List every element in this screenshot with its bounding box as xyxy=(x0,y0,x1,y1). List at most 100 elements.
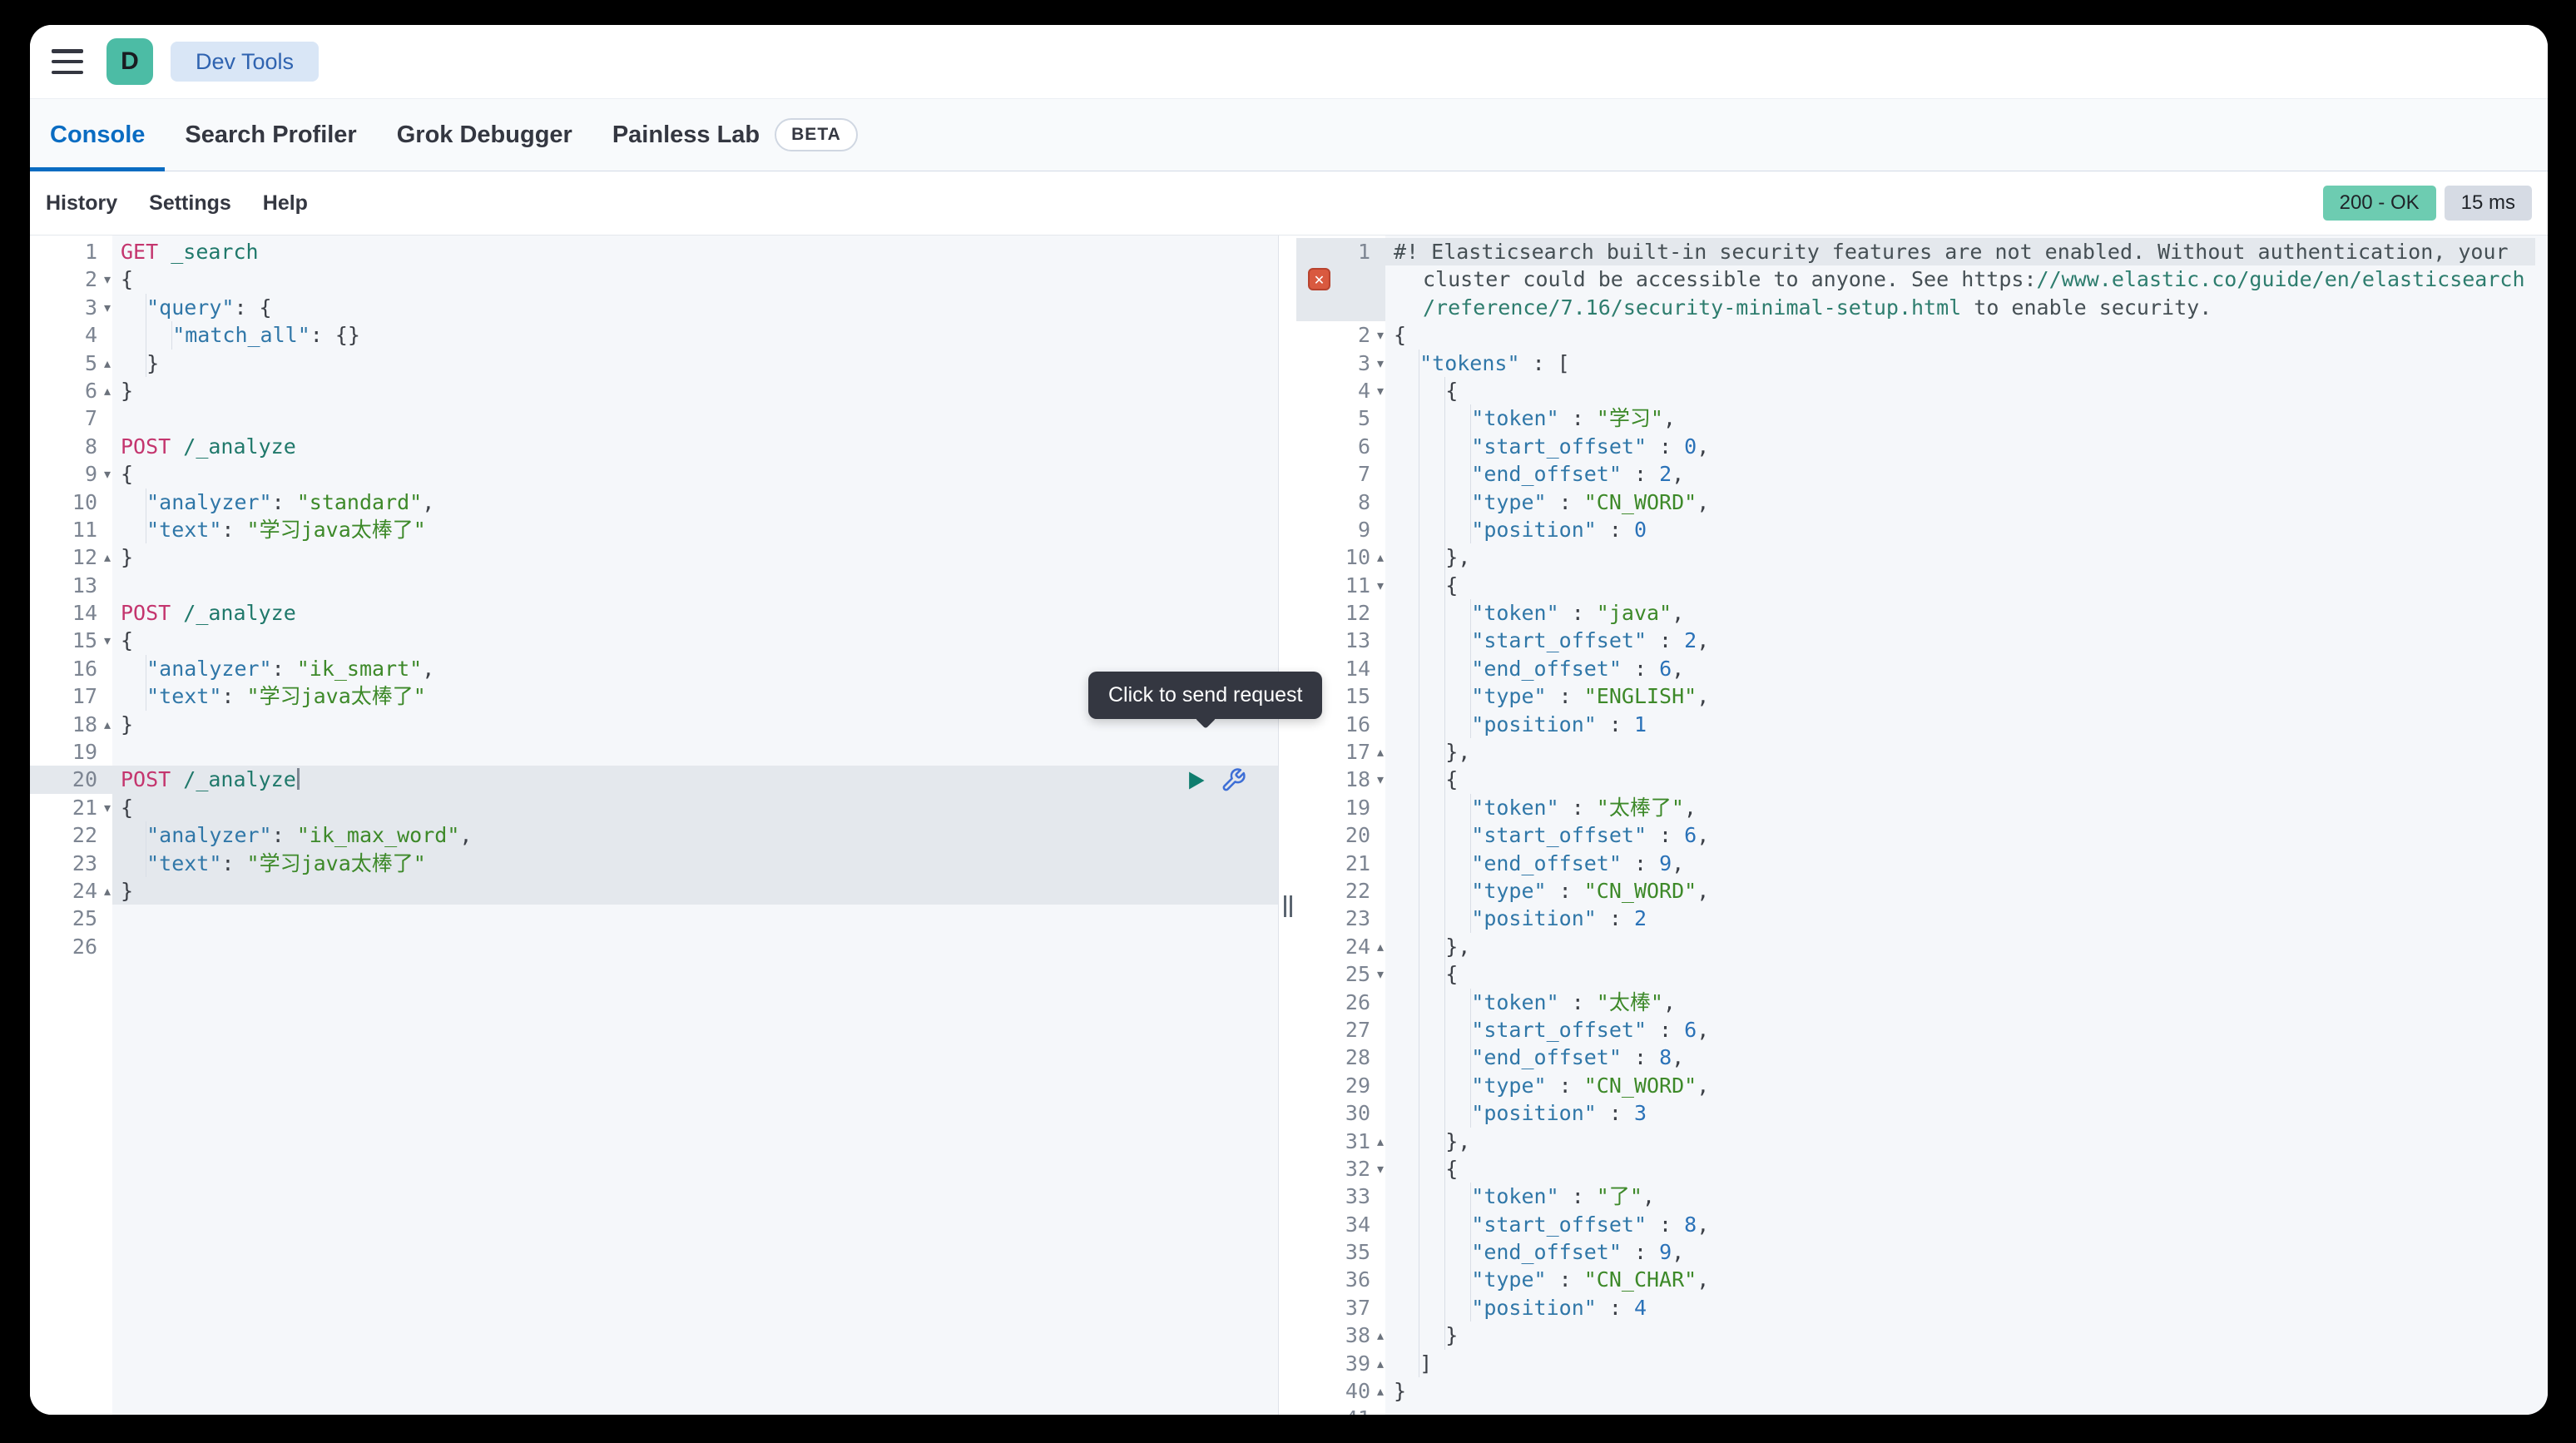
code-line[interactable]: 25 xyxy=(30,905,1278,932)
indent-guide xyxy=(121,516,146,543)
tab-label: Search Profiler xyxy=(185,121,356,149)
indent-guide xyxy=(1445,1294,1471,1322)
tab-label: Grok Debugger xyxy=(397,121,572,149)
code-line[interactable]: 12▴} xyxy=(30,543,1278,571)
code-line[interactable]: 10"analyzer": "standard", xyxy=(30,488,1278,516)
indent-guide xyxy=(1419,655,1445,682)
indent-guide xyxy=(1394,1183,1419,1210)
breadcrumb[interactable]: Dev Tools xyxy=(171,42,319,82)
indent-guide xyxy=(1419,1294,1445,1322)
indent-guide xyxy=(1394,877,1419,905)
line-number: 20 xyxy=(30,766,112,793)
indent-guide xyxy=(1445,989,1471,1016)
indent-guide xyxy=(1445,404,1471,432)
code-line[interactable]: 13 xyxy=(30,572,1278,599)
indent-guide xyxy=(1394,1072,1419,1099)
line-number: 26 xyxy=(1296,989,1385,1016)
code-line: 23"position" : 2 xyxy=(1296,905,2548,932)
indent-guide xyxy=(1419,1322,1445,1349)
request-editor-panel: Click to send request 1GET _search2▾{3▾"… xyxy=(30,236,1278,1415)
error-icon: ✕ xyxy=(1308,268,1330,290)
indent-guide xyxy=(1419,989,1445,1016)
line-number: 1 xyxy=(30,238,112,265)
code-line[interactable]: 2▾{ xyxy=(30,265,1278,293)
indent-guide xyxy=(1419,1211,1445,1238)
indent-guide xyxy=(1419,960,1445,988)
indent-guide xyxy=(1445,1072,1471,1099)
menu-settings[interactable]: Settings xyxy=(149,191,231,216)
code-line[interactable]: 11"text": "学习java太棒了" xyxy=(30,516,1278,543)
code-line[interactable]: 8POST /_analyze xyxy=(30,433,1278,460)
line-number: 2▾ xyxy=(1296,321,1385,349)
top-navigation-bar: D Dev Tools xyxy=(30,25,2548,98)
code-line[interactable]: 26 xyxy=(30,933,1278,960)
line-number: 29 xyxy=(1296,1072,1385,1099)
code-line: cluster could be accessible to anyone. S… xyxy=(1296,265,2548,293)
code-line[interactable]: 21▾{ xyxy=(30,794,1278,821)
indent-guide xyxy=(1419,794,1445,821)
code-line: /reference/7.16/security-minimal-setup.h… xyxy=(1296,294,2548,321)
line-number: 21 xyxy=(1296,850,1385,877)
menu-icon[interactable] xyxy=(52,49,83,74)
code-line[interactable]: 7 xyxy=(30,404,1278,432)
line-number: 12▴ xyxy=(30,543,112,571)
indent-guide xyxy=(1394,738,1419,766)
indent-guide xyxy=(1394,933,1419,960)
code-line: 36"type" : "CN_CHAR", xyxy=(1296,1266,2548,1293)
indent-guide xyxy=(1445,1211,1471,1238)
code-line[interactable]: 3▾"query": { xyxy=(30,294,1278,321)
indent-guide xyxy=(1394,377,1419,404)
space-avatar[interactable]: D xyxy=(107,38,153,85)
tab-painless-lab[interactable]: Painless LabBETA xyxy=(592,99,878,171)
indent-guide xyxy=(1419,377,1445,404)
code-line[interactable]: 6▴} xyxy=(30,377,1278,404)
line-number: 31▴ xyxy=(1296,1128,1385,1155)
panel-resizer[interactable] xyxy=(1278,236,1296,1415)
line-number: 2▾ xyxy=(30,265,112,293)
indent-guide xyxy=(1445,1238,1471,1266)
code-line[interactable]: 19 xyxy=(30,738,1278,766)
indent-guide xyxy=(1419,738,1445,766)
code-line[interactable]: 4"match_all": {} xyxy=(30,321,1278,349)
indent-guide xyxy=(1419,1128,1445,1155)
line-number: 5 xyxy=(1296,404,1385,432)
code-line[interactable]: 1GET _search xyxy=(30,238,1278,265)
wrench-icon xyxy=(1221,767,1246,793)
code-line[interactable]: 9▾{ xyxy=(30,460,1278,488)
code-line: 29"type" : "CN_WORD", xyxy=(1296,1072,2548,1099)
line-number: 22 xyxy=(1296,877,1385,905)
code-line[interactable]: 14POST /_analyze xyxy=(30,599,1278,627)
indent-guide xyxy=(1445,821,1471,849)
indent-guide xyxy=(1445,877,1471,905)
tab-grok-debugger[interactable]: Grok Debugger xyxy=(377,99,592,171)
indent-guide xyxy=(1394,599,1419,627)
code-line: 25▾{ xyxy=(1296,960,2548,988)
tab-search-profiler[interactable]: Search Profiler xyxy=(165,99,376,171)
code-line[interactable]: 20POST /_analyze xyxy=(30,766,1278,793)
menu-help[interactable]: Help xyxy=(263,191,308,216)
code-line[interactable]: 5▴} xyxy=(30,350,1278,377)
line-number: 9 xyxy=(1296,516,1385,543)
line-number: 36 xyxy=(1296,1266,1385,1293)
code-line[interactable]: 22"analyzer": "ik_max_word", xyxy=(30,821,1278,849)
code-line: 5"token" : "学习", xyxy=(1296,404,2548,432)
request-options-button[interactable] xyxy=(1221,767,1246,793)
code-line[interactable]: 24▴} xyxy=(30,877,1278,905)
response-status: 200 - OK 15 ms xyxy=(2323,186,2532,221)
code-line: 15"type" : "ENGLISH", xyxy=(1296,682,2548,710)
indent-guide xyxy=(1419,433,1445,460)
line-number: 21▾ xyxy=(30,794,112,821)
indent-guide xyxy=(1445,627,1471,654)
menu-history[interactable]: History xyxy=(46,191,117,216)
line-number: 33 xyxy=(1296,1183,1385,1210)
line-number xyxy=(1296,294,1385,321)
line-number: 17 xyxy=(30,682,112,710)
code-line[interactable]: 15▾{ xyxy=(30,627,1278,654)
code-line: 1#! Elasticsearch built-in security feat… xyxy=(1296,238,2548,265)
console-split-view: Click to send request 1GET _search2▾{3▾"… xyxy=(30,235,2548,1415)
send-request-button[interactable] xyxy=(1184,769,1207,792)
resizer-grip-icon[interactable] xyxy=(1284,895,1292,917)
tab-console[interactable]: Console xyxy=(30,99,165,171)
line-number: 19 xyxy=(1296,794,1385,821)
code-line[interactable]: 23"text": "学习java太棒了" xyxy=(30,850,1278,877)
